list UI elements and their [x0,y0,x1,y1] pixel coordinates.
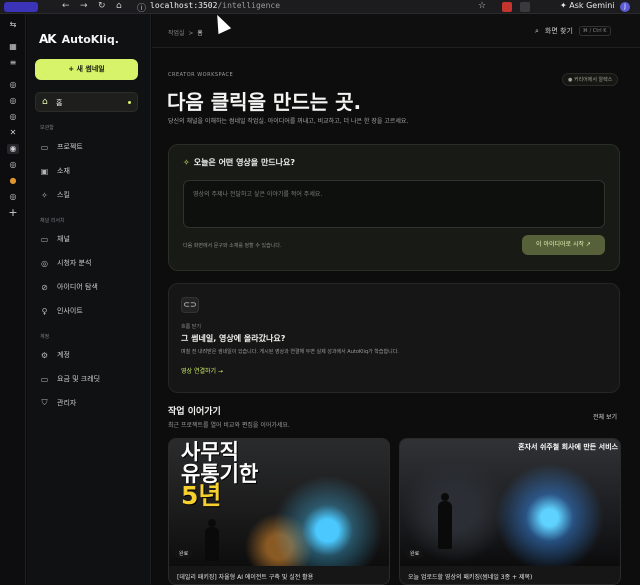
sidebar-item-label: 홈 [56,99,63,107]
section-title: 보관함 [40,125,54,131]
app-icon[interactable]: ● [7,176,19,186]
globe-icon[interactable]: ◎ [7,80,19,90]
lightbulb-icon: ♀ [41,306,48,316]
search-label: 화면 찾기 [544,27,573,35]
sidebar-item-account[interactable]: ⚙ 계정 [40,350,70,360]
sidebar-item-home[interactable]: ⌂ 홈 [35,92,138,112]
page-eyebrow: CREATOR WORKSPACE [168,72,234,78]
thumbnail-text: 사무직 유통기한 5년 [181,440,259,510]
extension-icon[interactable] [520,2,530,12]
prompt-hint: 다음 화면에서 문구와 소재를 정할 수 있습니다. [183,243,282,249]
new-video-prompt-card: ✧ 오늘은 어떤 영상을 만드나요? 영상의 주제나 전달하고 싶은 이야기를 적… [168,144,620,271]
card-eyebrow: 흐름 닫기 [181,324,201,330]
app-icon[interactable]: ◎ [7,192,19,202]
app-icon[interactable]: ◎ [7,160,19,170]
start-idea-button[interactable]: 이 아이디어로 시작 ↗ [522,235,605,255]
breadcrumb-separator: > [188,30,194,37]
tv-icon: ▭ [40,234,49,244]
active-tab[interactable] [4,2,38,12]
search-icon: ⌕ [535,26,539,35]
section-title: 채널 리서치 [40,218,65,224]
main-content: CREATOR WORKSPACE ● 커리어에서 알렉스 다음 클릭을 만드는… [152,48,640,585]
link-icon: ⊂⊃ [181,297,199,313]
ask-gemini-button[interactable]: ✦ Ask Gemini [560,1,615,10]
sidebar-item-insights[interactable]: ♀ 인사이트 [40,306,83,316]
sparkle-icon: ✧ [41,190,48,200]
active-indicator [128,101,131,104]
sidebar-item-channel[interactable]: ▭ 채널 [40,234,70,244]
app-icon[interactable]: ✕ [7,128,19,138]
person-silhouette [205,519,219,561]
gear-icon: ⚙ [40,350,49,360]
new-thumbnail-button[interactable]: + 새 썸네일 [35,59,138,80]
home-icon[interactable]: ⌂ [116,1,122,11]
card-icon: ▭ [40,374,49,384]
breadcrumb-root[interactable]: 작업실 [168,30,185,37]
sidebar-item-admin[interactable]: ⛉ 관리자 [40,398,77,408]
vertical-tab-rail: ⇆ ▦ ≡ ◎ ◎ ◎ ✕ ◉ ◎ ● ◎ + [0,14,26,585]
project-title: 오늘 업로드할 영상의 패키징(썸네일 3종 + 제목) [408,574,533,581]
app-icon[interactable]: ◉ [7,144,19,154]
site-info-icon[interactable]: ⓘ [137,1,146,14]
brand-logo[interactable]: AK AutoKliq. [39,32,119,46]
status-badge: ● 커리어에서 알렉스 [562,73,619,86]
globe-icon: ◎ [41,258,48,268]
image-icon: ▣ [40,166,49,176]
home-icon: ⌂ [42,97,48,107]
brand-name: AutoKliq. [61,32,119,46]
idea-textarea[interactable]: 영상의 주제나 전달하고 싶은 이야기를 적어 주세요. [183,180,605,228]
address-bar[interactable]: localhost:3502/intelligence [150,1,280,10]
page-title: 다음 클릭을 만드는 곳. [167,90,362,114]
folder-icon: ▭ [40,142,49,152]
status-badge: 완료 [175,549,193,558]
shield-icon: ⛉ [41,398,48,407]
connect-video-card: ⊂⊃ 흐름 닫기 그 썸네일, 영상에 올라갔나요? 며칠 전 내려받은 썸네일… [168,283,620,393]
bookmark-star-icon[interactable]: ☆ [478,1,486,11]
app-sidebar: AK AutoKliq. + 새 썸네일 ⌂ 홈 보관함 ▭ 프로젝트 ▣ 소재 ✧… [27,14,151,585]
grid-icon[interactable]: ▦ [7,42,19,52]
back-icon[interactable]: ← [62,1,70,11]
project-title: [데일리 패키징] 자율형 AI 에이전트 구축 및 실전 활용 [177,574,314,581]
project-thumbnail: 사무직 유통기한 5년 완료 [169,439,389,566]
list-icon[interactable]: ≡ [7,58,19,68]
section-subtitle: 최근 프로젝트를 열어 비교와 편집을 이어가세요. [168,422,290,429]
project-card[interactable]: 혼자서 쉬주철 회사에 만든 서비스 완료 오늘 업로드할 영상의 패키징(썸네… [399,438,621,585]
status-badge: 완료 [406,549,424,558]
sidebar-item-skills[interactable]: ✧ 스킬 [40,190,70,200]
project-card[interactable]: 사무직 유통기한 5년 완료 [데일리 패키징] 자율형 AI 에이전트 구축 … [168,438,390,585]
sidebar-item-audience[interactable]: ◎ 시청자 분석 [40,258,91,268]
person-silhouette [438,493,452,549]
breadcrumb: 작업실 > 홈 [168,28,203,37]
section-title: 계정 [40,334,50,340]
project-thumbnail: 혼자서 쉬주철 회사에 만든 서비스 완료 [400,439,620,566]
see-all-link[interactable]: 전체 보기 [593,412,617,421]
compass-icon: ⊘ [41,282,48,292]
add-tab-icon[interactable]: + [7,207,19,218]
search-shortcut: ⌘ / Ctrl K [578,26,611,36]
sidebar-item-projects[interactable]: ▭ 프로젝트 [40,142,83,152]
logo-mark: AK [39,32,57,46]
card-description: 며칠 전 내려받은 썸네일이 있습니다. 게시된 영상과 연결해 두면 실제 성… [181,349,399,355]
tabs-icon[interactable]: ⇆ [7,20,19,30]
breadcrumb-current: 홈 [197,30,203,37]
reload-icon[interactable]: ↻ [98,1,106,11]
sidebar-item-assets[interactable]: ▣ 소재 [40,166,70,176]
prompt-question: ✧ 오늘은 어떤 영상을 만드나요? [183,158,296,167]
section-title: 작업 이어가기 [168,407,221,417]
globe-icon[interactable]: ◎ [7,96,19,106]
browser-toolbar: ← → ↻ ⌂ ⓘ localhost:3502/intelligence ☆ … [0,0,640,14]
card-title: 그 썸네일, 영상에 올라갔나요? [181,334,286,343]
thumbnail-text: 혼자서 쉬주철 회사에 만든 서비스 [518,443,618,451]
globe-icon[interactable]: ◎ [7,112,19,122]
screen-search-button[interactable]: ⌕ 화면 찾기 ⌘ / Ctrl K [535,26,611,36]
sidebar-item-ideas[interactable]: ⊘ 아이디어 탐색 [40,282,98,292]
sidebar-item-billing[interactable]: ▭ 요금 및 크레딧 [40,374,100,384]
extension-icon[interactable] [502,2,512,12]
profile-avatar[interactable]: J [620,2,630,12]
forward-icon[interactable]: → [80,1,88,11]
page-subtitle: 당신의 채널을 이해하는 썸네일 작업실. 아이디어를 꺼내고, 비교하고, 더… [168,118,409,125]
sparkle-icon: ✧ [183,158,190,167]
connect-video-link[interactable]: 영상 연결하기 → [181,366,223,375]
